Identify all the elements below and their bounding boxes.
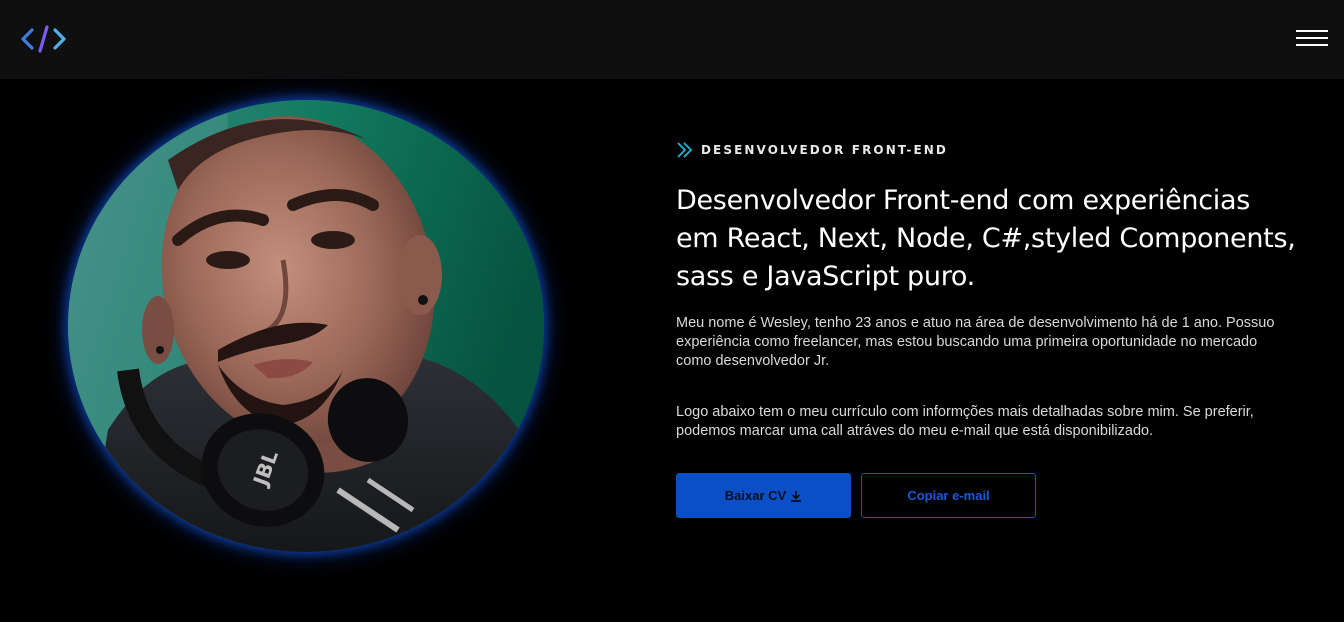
profile-photo: JBL <box>68 100 544 552</box>
hero-section: JBL DESENVOLVEDOR FRONT-END Desenvolvedo… <box>0 79 1344 622</box>
menu-line <box>1296 44 1328 46</box>
copy-email-label: Copiar e-mail <box>907 488 990 503</box>
resume-paragraph: Logo abaixo tem o meu currículo com info… <box>676 404 1254 439</box>
double-chevron-right-icon <box>677 142 693 158</box>
hero-headline: Desenvolvedor Front-end com experiências… <box>676 185 1296 292</box>
download-icon <box>791 490 802 502</box>
download-cv-label: Baixar CV <box>724 488 787 503</box>
copy-email-button[interactable]: Copiar e-mail <box>861 473 1036 518</box>
top-navbar <box>0 0 1344 79</box>
hero-content: DESENVOLVEDOR FRONT-END Desenvolvedor Fr… <box>676 140 1296 518</box>
download-cv-button[interactable]: Baixar CV <box>676 473 851 518</box>
code-logo-icon[interactable] <box>20 24 68 54</box>
menu-line <box>1296 37 1328 39</box>
menu-line <box>1296 30 1328 32</box>
eyebrow-label: DESENVOLVEDOR FRONT-END <box>701 143 948 157</box>
eyebrow: DESENVOLVEDOR FRONT-END <box>676 140 1296 160</box>
intro-paragraph: Meu nome é Wesley, tenho 23 anos e atuo … <box>676 315 1275 369</box>
hamburger-menu-icon[interactable] <box>1296 28 1328 48</box>
hero-actions: Baixar CV Copiar e-mail <box>676 473 1296 518</box>
